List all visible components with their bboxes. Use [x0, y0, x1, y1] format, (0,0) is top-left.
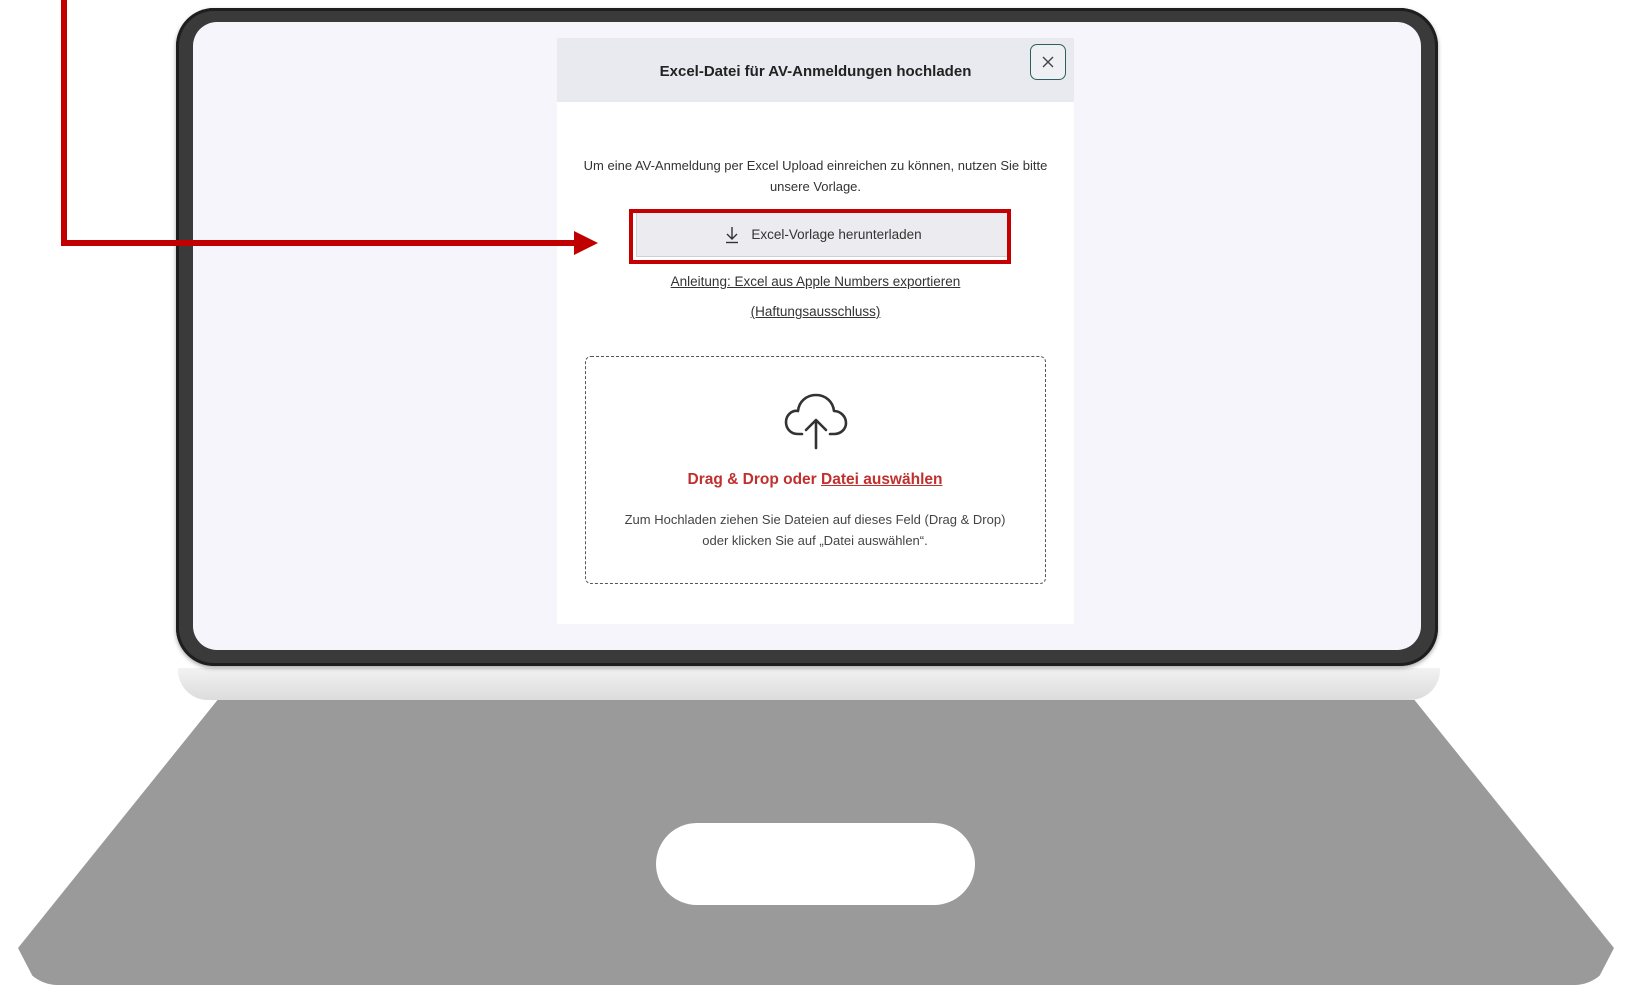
disclaimer-link[interactable]: (Haftungsausschluss): [557, 304, 1074, 319]
select-file-link[interactable]: Datei auswählen: [821, 471, 942, 488]
dropzone-help-text: Zum Hochladen ziehen Sie Dateien auf die…: [624, 512, 1006, 548]
dropzone-prompt: Drag & Drop oder Datei auswählen: [586, 471, 1044, 489]
modal-header: Excel-Datei für AV-Anmeldungen hochladen: [557, 38, 1074, 102]
upload-modal: Excel-Datei für AV-Anmeldungen hochladen…: [557, 38, 1074, 624]
laptop-hinge: [178, 668, 1440, 700]
annotation-highlight-box: [629, 209, 1011, 264]
annotation-arrow-horizontal: [61, 240, 576, 246]
annotation-arrowhead: [574, 231, 598, 255]
intro-text: Um eine AV-Anmeldung per Excel Upload ei…: [583, 158, 1048, 194]
dropzone-prompt-prefix: Drag & Drop oder: [687, 471, 817, 488]
close-button[interactable]: [1030, 44, 1066, 80]
file-dropzone[interactable]: Drag & Drop oder Datei auswählen Zum Hoc…: [585, 356, 1046, 584]
numbers-guide-link[interactable]: Anleitung: Excel aus Apple Numbers expor…: [557, 274, 1074, 289]
close-icon: [1042, 56, 1054, 68]
cloud-upload-icon: [784, 393, 848, 450]
laptop-screen: Excel-Datei für AV-Anmeldungen hochladen…: [193, 22, 1421, 650]
modal-title: Excel-Datei für AV-Anmeldungen hochladen: [659, 63, 972, 80]
annotation-arrow-vertical: [61, 0, 67, 246]
laptop-trackpad: [656, 823, 975, 905]
